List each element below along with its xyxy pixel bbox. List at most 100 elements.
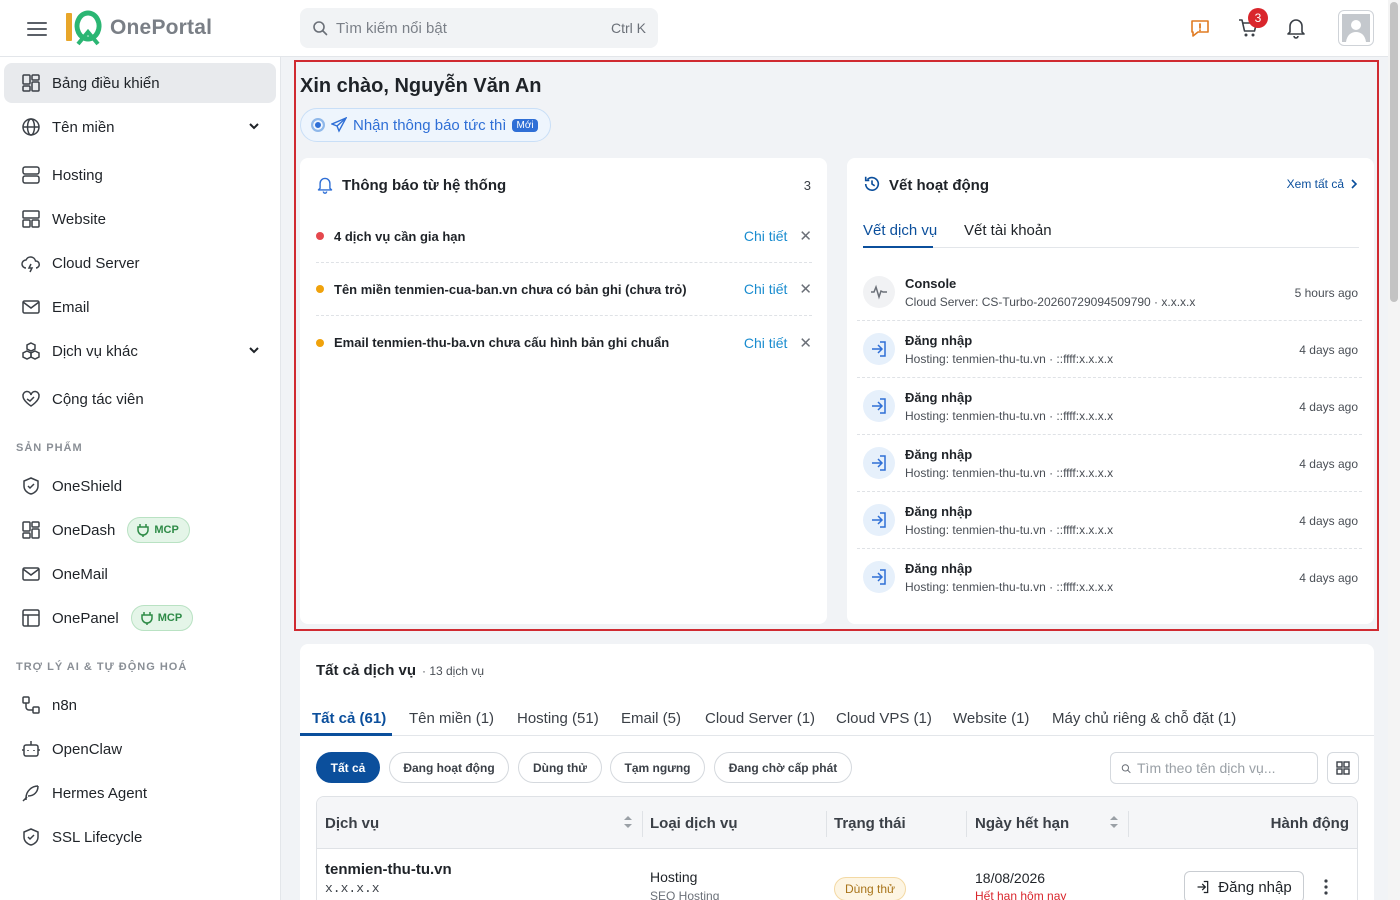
list-item: Tên miền tenmien-cua-ban.vn chưa có bản … xyxy=(316,263,812,316)
sidebar-item-openclaw[interactable]: OpenClaw xyxy=(4,729,276,769)
sidebar-item-domains[interactable]: Tên miền xyxy=(4,107,276,147)
hamburger-menu-icon[interactable] xyxy=(24,16,50,42)
sort-icon[interactable] xyxy=(623,815,633,829)
sidebar-item-label: OnePanel xyxy=(52,609,119,627)
detail-link[interactable]: Chi tiết xyxy=(744,335,788,351)
service-search[interactable] xyxy=(1110,752,1318,784)
tab-domains[interactable]: Tên miền (1) xyxy=(409,710,494,727)
tab-service-activity[interactable]: Vết dịch vụ xyxy=(863,222,937,239)
chevron-right-icon xyxy=(1351,179,1358,189)
sidebar-item-oneshield[interactable]: OneShield xyxy=(4,466,276,506)
avatar[interactable] xyxy=(1338,10,1374,46)
system-notices-card: Thông báo từ hệ thống 3 4 dịch vụ cần gi… xyxy=(300,158,827,624)
view-all-link[interactable]: Xem tất cả xyxy=(1287,177,1358,191)
sidebar-item-onepanel[interactable]: OnePanel MCP xyxy=(4,598,276,638)
sidebar-item-hosting[interactable]: Hosting xyxy=(4,155,276,195)
sidebar-item-label: Website xyxy=(52,210,106,228)
services-table: Dịch vụ Loại dịch vụ Trạng thái Ngày hết… xyxy=(316,796,1358,900)
radio-dot-icon xyxy=(311,118,325,132)
column-header-service[interactable]: Dịch vụ xyxy=(325,815,379,832)
scrollbar-thumb[interactable] xyxy=(1390,2,1398,302)
login-icon xyxy=(863,333,895,365)
sidebar-item-onemail[interactable]: OneMail xyxy=(4,554,276,594)
detail-link[interactable]: Chi tiết xyxy=(744,228,788,244)
tab-all[interactable]: Tất cả (61) xyxy=(312,710,386,727)
filter-all[interactable]: Tất cả xyxy=(316,752,380,783)
global-search[interactable]: Ctrl K xyxy=(300,8,658,48)
active-tab-indicator xyxy=(300,733,392,736)
bell-icon[interactable] xyxy=(1282,14,1310,42)
detail-link[interactable]: Chi tiết xyxy=(744,281,788,297)
tab-email[interactable]: Email (5) xyxy=(621,710,681,727)
tab-hosting[interactable]: Hosting (51) xyxy=(517,710,599,727)
list-item[interactable]: Đăng nhập Hosting: tenmien-thu-tu.vn · :… xyxy=(857,435,1362,492)
tab-website[interactable]: Website (1) xyxy=(953,710,1029,727)
list-item: Email tenmien-thu-ba.vn chưa cấu hình bả… xyxy=(316,316,812,369)
column-header-type: Loại dịch vụ xyxy=(650,815,738,832)
sidebar-item-onedash[interactable]: OneDash MCP xyxy=(4,510,276,550)
filter-pending[interactable]: Đang chờ cấp phát xyxy=(714,752,852,783)
sidebar-item-label: OpenClaw xyxy=(52,740,123,758)
cart-count-badge: 3 xyxy=(1248,8,1268,28)
expiry-note: Hết hạn hôm nay xyxy=(975,889,1067,900)
workflow-icon xyxy=(20,694,42,716)
feather-icon xyxy=(20,782,42,804)
list-item[interactable]: Console Cloud Server: CS-Turbo-202607290… xyxy=(857,264,1362,321)
active-tab-indicator xyxy=(863,246,933,248)
service-ip: x.x.x.x xyxy=(325,881,380,896)
sidebar-item-label: OneDash xyxy=(52,521,116,539)
section-title-products: SẢN PHẨM xyxy=(16,442,83,454)
sidebar-item-ssl-lifecycle[interactable]: SSL Lifecycle xyxy=(4,817,276,857)
sort-icon[interactable] xyxy=(1109,815,1119,829)
system-notices-title: Thông báo từ hệ thống xyxy=(342,177,507,194)
notify-subscribe-button[interactable]: Nhận thông báo tức thì Mới xyxy=(300,108,551,142)
close-icon[interactable]: ✕ xyxy=(799,334,812,352)
section-title-ai: TRỢ LÝ AI & TỰ ĐỘNG HOÁ xyxy=(16,661,188,673)
user-avatar-icon xyxy=(1342,14,1370,42)
sidebar-item-label: SSL Lifecycle xyxy=(52,828,143,846)
grid-view-button[interactable] xyxy=(1327,752,1359,784)
feedback-icon[interactable] xyxy=(1186,14,1214,42)
dashboard-icon xyxy=(20,519,42,541)
global-search-input[interactable] xyxy=(336,19,611,37)
grid-icon xyxy=(1336,761,1350,775)
filter-active[interactable]: Đang hoạt động xyxy=(389,752,509,783)
system-notices-count: 3 xyxy=(803,178,811,193)
list-item[interactable]: Đăng nhập Hosting: tenmien-thu-tu.vn · :… xyxy=(857,378,1362,435)
close-icon[interactable]: ✕ xyxy=(799,227,812,245)
logo[interactable]: OnePortal xyxy=(64,10,212,46)
sidebar-item-other-services[interactable]: Dịch vụ khác xyxy=(4,331,276,371)
sidebar-item-dashboard[interactable]: Bảng điều khiển xyxy=(4,63,276,103)
tab-cloud-vps[interactable]: Cloud VPS (1) xyxy=(836,710,932,727)
column-header-expiry[interactable]: Ngày hết hạn xyxy=(975,815,1069,832)
search-shortcut: Ctrl K xyxy=(611,20,646,36)
sidebar-item-cloud-server[interactable]: Cloud Server xyxy=(4,243,276,283)
tab-cloud-server[interactable]: Cloud Server (1) xyxy=(705,710,815,727)
send-icon xyxy=(331,117,347,133)
sidebar-item-email[interactable]: Email xyxy=(4,287,276,327)
filter-trial[interactable]: Dùng thử xyxy=(518,752,602,783)
sidebar-item-website[interactable]: Website xyxy=(4,199,276,239)
tab-account-activity[interactable]: Vết tài khoản xyxy=(964,222,1052,239)
column-header-actions: Hành động xyxy=(1270,815,1349,832)
list-item[interactable]: Đăng nhập Hosting: tenmien-thu-tu.vn · :… xyxy=(857,321,1362,378)
tab-dedicated-server[interactable]: Máy chủ riêng & chỗ đặt (1) xyxy=(1052,710,1236,727)
mcp-badge: MCP xyxy=(130,605,194,631)
service-name[interactable]: tenmien-thu-tu.vn xyxy=(325,861,452,878)
scrollbar[interactable] xyxy=(1388,0,1400,900)
server-icon xyxy=(20,164,42,186)
sidebar-item-label: Cloud Server xyxy=(52,254,140,272)
more-vertical-icon[interactable] xyxy=(1324,879,1328,895)
sidebar-item-label: Email xyxy=(52,298,90,316)
sidebar-item-hermes-agent[interactable]: Hermes Agent xyxy=(4,773,276,813)
close-icon[interactable]: ✕ xyxy=(799,280,812,298)
service-search-input[interactable] xyxy=(1137,760,1307,776)
list-item[interactable]: Đăng nhập Hosting: tenmien-thu-tu.vn · :… xyxy=(857,549,1362,606)
filter-suspended[interactable]: Tạm ngưng xyxy=(610,752,705,783)
sidebar-item-affiliates[interactable]: Cộng tác viên xyxy=(4,379,276,419)
activity-card: Vết hoạt động Xem tất cả Vết dịch vụ Vết… xyxy=(847,158,1374,624)
mail-icon xyxy=(20,563,42,585)
login-button[interactable]: Đăng nhập xyxy=(1184,871,1304,900)
sidebar-item-n8n[interactable]: n8n xyxy=(4,685,276,725)
list-item[interactable]: Đăng nhập Hosting: tenmien-thu-tu.vn · :… xyxy=(857,492,1362,549)
